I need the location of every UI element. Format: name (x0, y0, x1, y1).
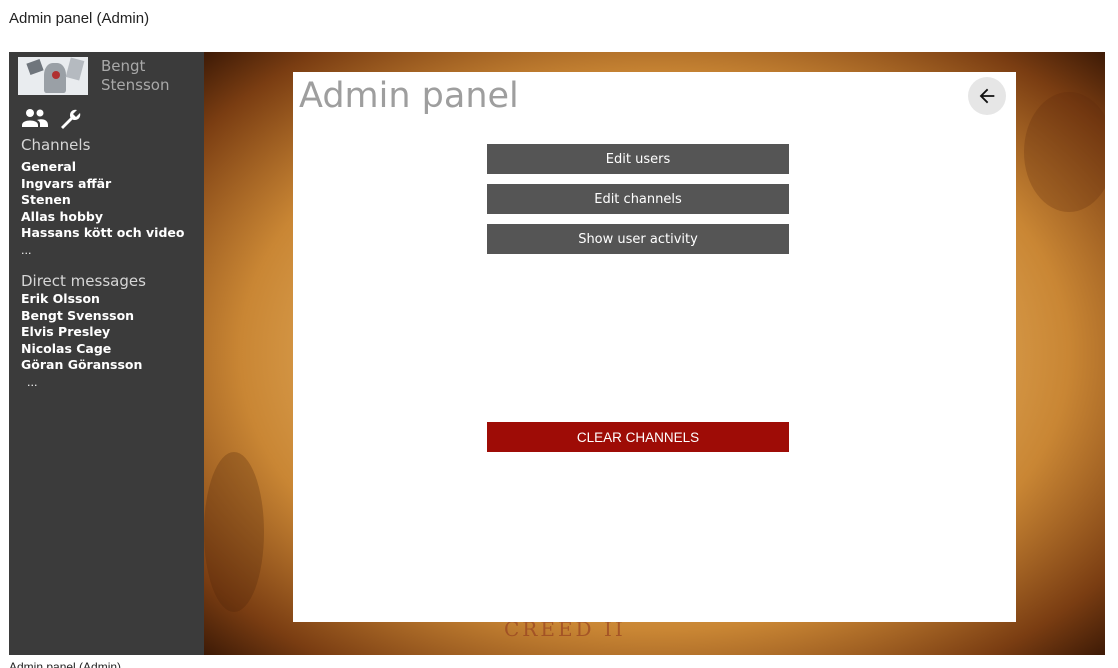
app-window: Bengt Stensson Channels General Ingvars … (9, 52, 1105, 655)
page-caption: Admin panel (Admin) (9, 10, 150, 27)
channel-list: General Ingvars affär Stenen Allas hobby… (21, 159, 184, 260)
channel-item[interactable]: Hassans kött och video (21, 225, 184, 242)
admin-panel: Admin panel Edit users Edit channels Sho… (293, 72, 1016, 622)
user-name-first: Bengt (101, 57, 146, 75)
edit-users-button[interactable]: Edit users (487, 144, 789, 174)
avatar (18, 57, 88, 95)
user-name-last: Stensson (101, 76, 170, 94)
channel-item[interactable]: Allas hobby (21, 209, 184, 226)
direct-messages-heading: Direct messages (21, 272, 146, 290)
show-user-activity-button[interactable]: Show user activity (487, 224, 789, 254)
dm-more[interactable]: ... (21, 374, 142, 392)
footer-caption: Admin panel (Admin) (9, 661, 122, 668)
background-texture (1024, 92, 1105, 212)
background-watermark: CREED II (504, 617, 626, 641)
edit-channels-button[interactable]: Edit channels (487, 184, 789, 214)
admin-tools (21, 107, 83, 135)
wrench-icon[interactable] (59, 107, 83, 135)
dm-item[interactable]: Erik Olsson (21, 291, 142, 308)
channel-item[interactable]: Stenen (21, 192, 184, 209)
users-icon[interactable] (21, 107, 49, 135)
background-texture (204, 452, 264, 612)
main-area: CREED II Admin panel Edit users Edit cha… (204, 52, 1105, 655)
channels-heading: Channels (21, 136, 91, 154)
arrow-left-icon (979, 88, 995, 104)
dm-item[interactable]: Göran Göransson (21, 357, 142, 374)
user-profile[interactable]: Bengt Stensson (18, 57, 169, 95)
user-name: Bengt Stensson (101, 57, 169, 95)
channel-item[interactable]: Ingvars affär (21, 176, 184, 193)
channel-item[interactable]: General (21, 159, 184, 176)
channel-more[interactable]: ... (21, 242, 184, 260)
page-title: Admin panel (299, 76, 519, 116)
sidebar: Bengt Stensson Channels General Ingvars … (9, 52, 204, 655)
dm-item[interactable]: Bengt Svensson (21, 308, 142, 325)
dm-item[interactable]: Nicolas Cage (21, 341, 142, 358)
dm-item[interactable]: Elvis Presley (21, 324, 142, 341)
clear-channels-button[interactable]: CLEAR CHANNELS (487, 422, 789, 452)
back-button[interactable] (968, 77, 1006, 115)
direct-message-list: Erik Olsson Bengt Svensson Elvis Presley… (21, 291, 142, 392)
